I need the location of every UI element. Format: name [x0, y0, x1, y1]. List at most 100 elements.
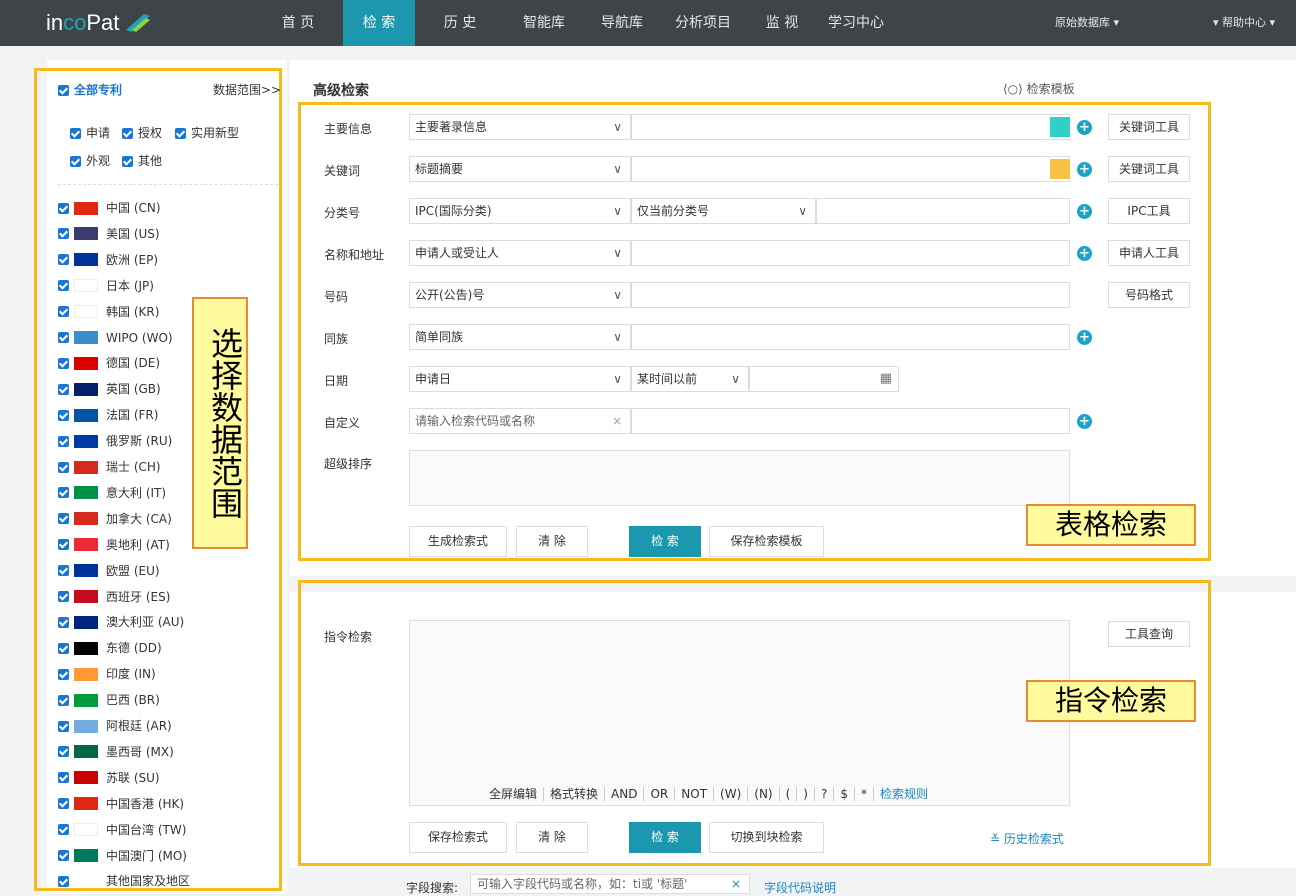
custom-code-input[interactable]: 请输入检索代码或名称 ×	[409, 408, 631, 434]
op-not[interactable]: NOT	[675, 787, 715, 801]
classification-scope-select[interactable]: 仅当前分类号 ∨	[631, 198, 816, 224]
country-checkbox-item[interactable]: 奥地利 (AT)	[58, 535, 170, 555]
clear-button[interactable]: 清 除	[516, 526, 588, 557]
checkbox-icon[interactable]	[58, 824, 69, 836]
number-format-button[interactable]: 号码格式	[1108, 282, 1190, 308]
country-checkbox-item[interactable]: 欧盟 (EU)	[58, 561, 160, 581]
history-query-link[interactable]: ≚ 历史检索式	[990, 830, 1064, 847]
date-input[interactable]: ▦	[749, 366, 899, 392]
applicant-tool-button[interactable]: 申请人工具	[1108, 240, 1190, 266]
op-or[interactable]: OR	[644, 787, 676, 801]
classification-select[interactable]: IPC(国际分类) ∨	[409, 198, 631, 224]
name-address-select[interactable]: 申请人或受让人 ∨	[409, 240, 631, 266]
ipc-tool-button[interactable]: IPC工具	[1108, 198, 1190, 224]
generate-query-button[interactable]: 生成检索式	[409, 526, 507, 557]
all-patents-checkbox[interactable]: 全部专利	[58, 81, 122, 98]
country-checkbox-item[interactable]: 意大利 (IT)	[58, 483, 166, 503]
checkbox-icon[interactable]	[58, 461, 69, 473]
nav-history[interactable]: 历 史	[430, 0, 490, 46]
country-checkbox-item[interactable]: 中国 (CN)	[58, 198, 161, 218]
family-input[interactable]	[631, 324, 1070, 350]
nav-home[interactable]: 首 页	[273, 0, 323, 46]
keyword-tool-button[interactable]: 关键词工具	[1108, 114, 1190, 140]
country-checkbox-item[interactable]: 俄罗斯 (RU)	[58, 431, 172, 451]
type-utility-checkbox[interactable]: 实用新型	[175, 124, 239, 141]
checkbox-icon[interactable]	[58, 332, 69, 343]
nav-learning-center[interactable]: 学习中心	[820, 0, 892, 46]
color-swatch-yellow[interactable]	[1050, 159, 1070, 179]
checkbox-icon[interactable]	[58, 487, 69, 499]
checkbox-icon[interactable]	[58, 435, 69, 447]
field-code-doc-link[interactable]: 字段代码说明	[764, 879, 836, 896]
checkbox-icon[interactable]	[58, 202, 69, 214]
save-query-button[interactable]: 保存检索式	[409, 822, 507, 853]
date-type-select[interactable]: 申请日 ∨	[409, 366, 631, 392]
field-search-input[interactable]: 可输入字段代码或名称，如：ti或 '标题' ×	[470, 874, 750, 894]
keyword-select[interactable]: 标题摘要 ∨	[409, 156, 631, 182]
command-clear-button[interactable]: 清 除	[516, 822, 588, 853]
search-button[interactable]: 检 索	[629, 526, 701, 557]
country-checkbox-item[interactable]: 瑞士 (CH)	[58, 457, 161, 477]
custom-input[interactable]	[631, 408, 1070, 434]
nav-analysis-project[interactable]: 分析项目	[664, 0, 742, 46]
checkbox-icon[interactable]	[58, 798, 69, 810]
country-checkbox-item[interactable]: 中国香港 (HK)	[58, 794, 184, 814]
name-address-input[interactable]	[631, 240, 1070, 266]
checkbox-icon[interactable]	[58, 694, 69, 706]
country-checkbox-item[interactable]: 韩国 (KR)	[58, 302, 159, 322]
country-checkbox-item[interactable]: 阿根廷 (AR)	[58, 716, 172, 736]
checkbox-icon[interactable]	[58, 668, 69, 680]
checkbox-icon[interactable]	[58, 772, 69, 784]
color-swatch-teal[interactable]	[1050, 117, 1070, 137]
op-star[interactable]: *	[855, 787, 874, 801]
op-rparen[interactable]: )	[797, 787, 815, 801]
classification-input[interactable]	[816, 198, 1070, 224]
super-sort-area[interactable]	[409, 450, 1070, 506]
clear-icon[interactable]: ×	[731, 875, 741, 893]
calendar-icon[interactable]: ▦	[880, 371, 892, 386]
checkbox-icon[interactable]	[58, 565, 69, 577]
date-range-select[interactable]: 某时间以前 ∨	[631, 366, 749, 392]
checkbox-icon[interactable]	[58, 228, 69, 240]
nav-search[interactable]: 检 索	[343, 0, 415, 46]
add-row-icon[interactable]: +	[1077, 414, 1092, 429]
add-row-icon[interactable]: +	[1077, 204, 1092, 219]
search-rules-link[interactable]: 检索规则	[874, 787, 934, 801]
data-range-link[interactable]: 数据范围>>	[213, 81, 281, 98]
country-checkbox-item[interactable]: WIPO (WO)	[58, 328, 173, 348]
tool-query-button[interactable]: 工具查询	[1108, 621, 1190, 647]
type-design-checkbox[interactable]: 外观	[70, 152, 110, 169]
checkbox-icon[interactable]	[58, 383, 69, 395]
op-and[interactable]: AND	[605, 787, 645, 801]
checkbox-icon[interactable]	[58, 746, 69, 758]
incopat-logo[interactable]: incoPat	[46, 10, 150, 36]
keyword-tool-button-2[interactable]: 关键词工具	[1108, 156, 1190, 182]
main-info-input[interactable]	[631, 114, 1070, 140]
country-checkbox-item[interactable]: 英国 (GB)	[58, 379, 161, 399]
country-checkbox-item[interactable]: 西班牙 (ES)	[58, 587, 170, 607]
country-checkbox-item[interactable]: 德国 (DE)	[58, 353, 160, 373]
help-center-menu[interactable]: ▾ 帮助中心 ▾	[1213, 0, 1275, 46]
checkbox-icon[interactable]	[58, 357, 69, 369]
op-n[interactable]: (N)	[748, 787, 780, 801]
country-checkbox-item[interactable]: 巴西 (BR)	[58, 690, 160, 710]
keyword-input[interactable]	[631, 156, 1070, 182]
country-checkbox-item[interactable]: 欧洲 (EP)	[58, 250, 158, 270]
checkbox-icon[interactable]	[58, 850, 69, 861]
op-dollar[interactable]: $	[834, 787, 855, 801]
checkbox-icon[interactable]	[58, 642, 69, 654]
country-checkbox-item[interactable]: 印度 (IN)	[58, 664, 156, 684]
checkbox-icon[interactable]	[58, 616, 69, 628]
checkbox-icon[interactable]	[58, 254, 69, 266]
country-checkbox-item[interactable]: 美国 (US)	[58, 224, 160, 244]
number-input[interactable]	[631, 282, 1070, 308]
checkbox-icon[interactable]	[58, 539, 69, 551]
raw-database-menu[interactable]: 原始数据库 ▾	[1055, 0, 1119, 46]
checkbox-icon[interactable]	[58, 591, 69, 602]
country-checkbox-item[interactable]: 苏联 (SU)	[58, 768, 160, 788]
country-checkbox-item[interactable]: 加拿大 (CA)	[58, 509, 172, 529]
save-template-button[interactable]: 保存检索模板	[709, 526, 824, 557]
country-checkbox-item[interactable]: 中国澳门 (MO)	[58, 846, 187, 866]
checkbox-icon[interactable]	[58, 875, 69, 887]
search-template-link[interactable]: ⟨○⟩ 检索模板	[1003, 80, 1075, 97]
